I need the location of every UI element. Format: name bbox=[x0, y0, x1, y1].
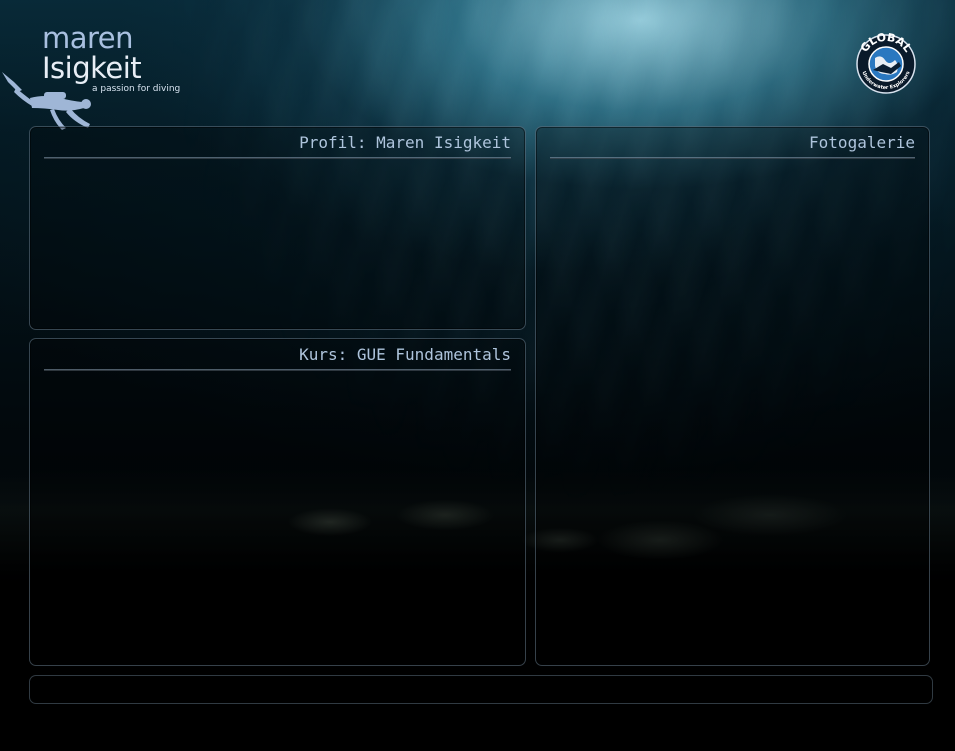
gue-globe-diver-icon: GLOBAL Underwater Explorers bbox=[856, 31, 916, 94]
profile-panel-divider bbox=[44, 157, 511, 159]
course-panel: Kurs: GUE Fundamentals bbox=[29, 338, 526, 666]
course-panel-divider bbox=[44, 369, 511, 371]
profile-panel: Profil: Maren Isigkeit bbox=[29, 126, 526, 330]
logo-first-name: maren bbox=[42, 21, 134, 55]
gallery-panel: Fotogalerie bbox=[535, 126, 930, 666]
site-logo[interactable]: maren Isigkeit a passion for diving bbox=[0, 21, 190, 130]
footer-bar bbox=[29, 675, 933, 704]
gallery-panel-body bbox=[550, 167, 915, 655]
logo-last-name: Isigkeit bbox=[42, 51, 142, 85]
profile-panel-body bbox=[44, 167, 511, 319]
gue-badge[interactable]: GLOBAL Underwater Explorers bbox=[855, 30, 917, 96]
course-panel-body bbox=[44, 379, 511, 655]
logo-tagline: a passion for diving bbox=[92, 84, 181, 94]
gallery-panel-title: Fotogalerie bbox=[809, 133, 915, 152]
course-panel-title: Kurs: GUE Fundamentals bbox=[299, 345, 511, 364]
page-background: maren Isigkeit a passion for diving GLOB… bbox=[0, 0, 955, 751]
profile-panel-title: Profil: Maren Isigkeit bbox=[299, 133, 511, 152]
gallery-panel-divider bbox=[550, 157, 915, 159]
